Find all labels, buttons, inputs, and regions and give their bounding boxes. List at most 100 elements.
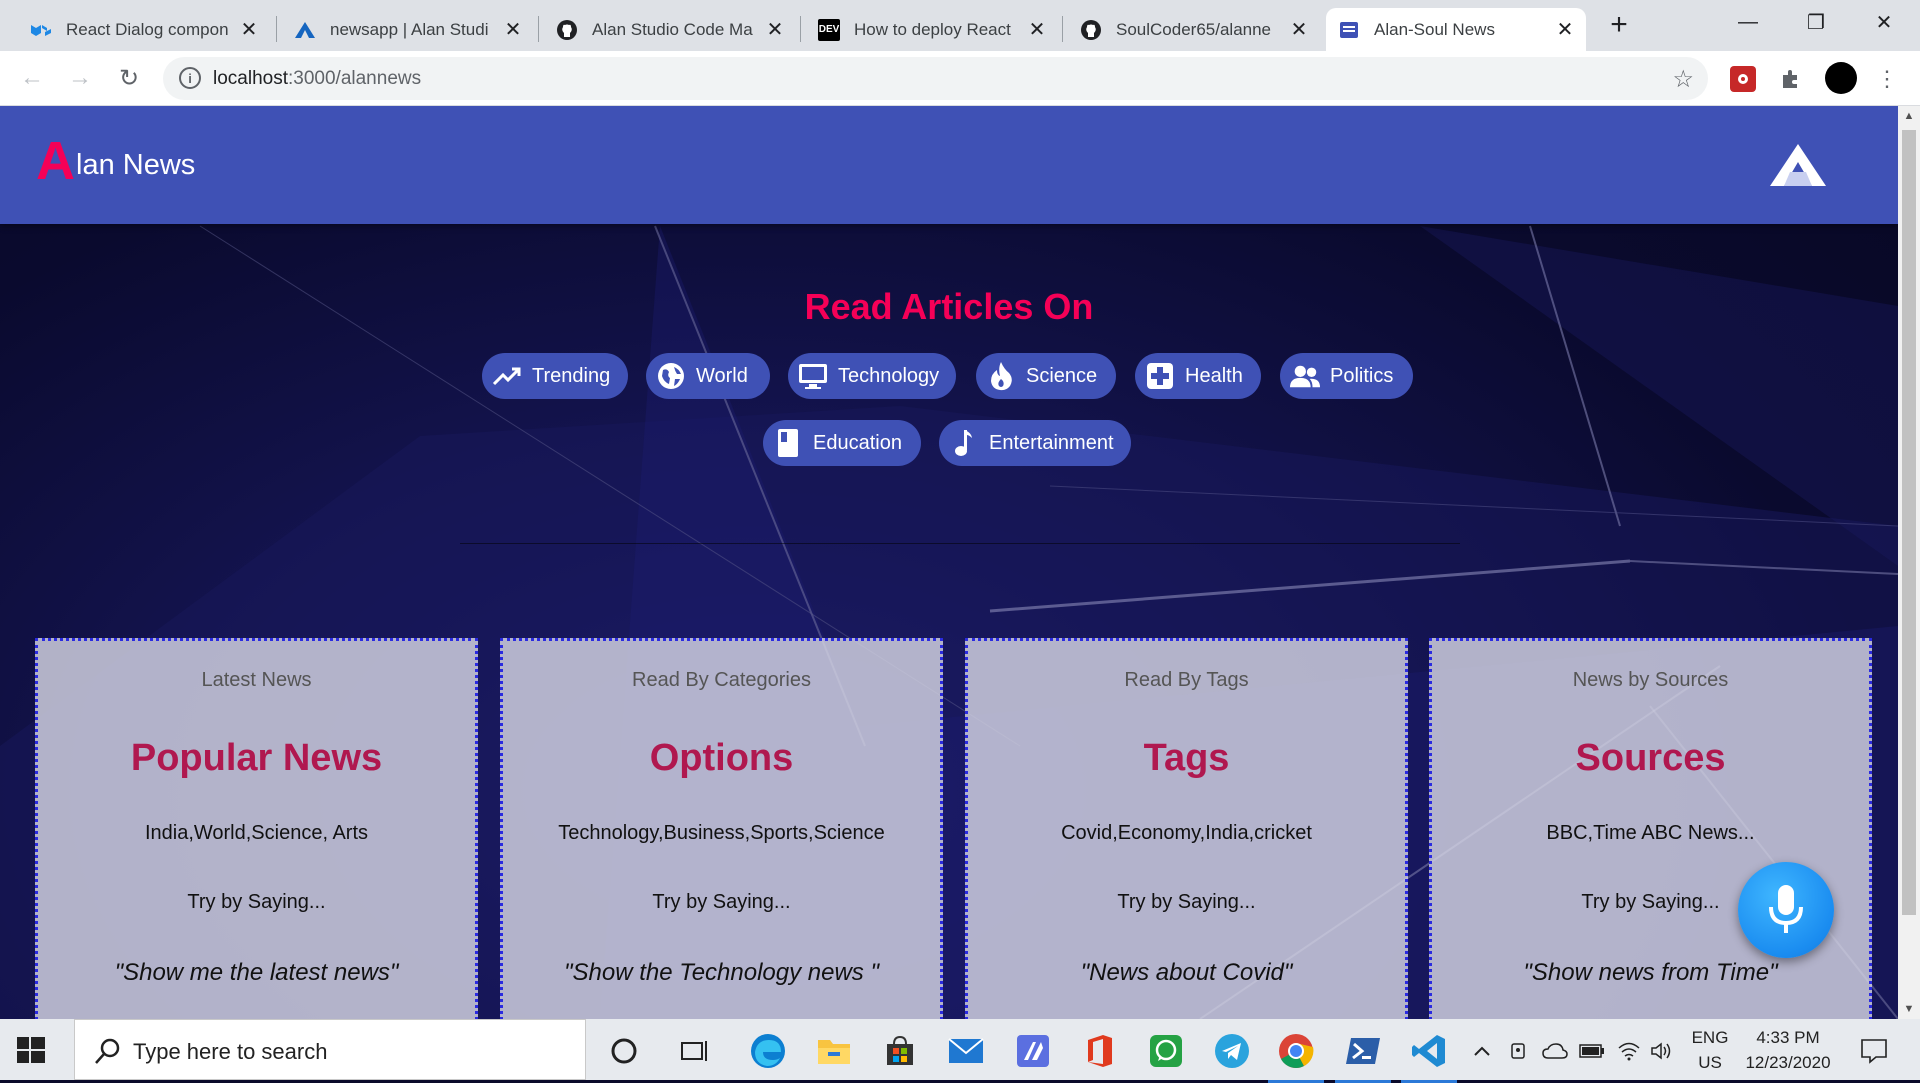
page-icon <box>1338 19 1360 41</box>
telegram-icon[interactable] <box>1212 1031 1252 1071</box>
chip-education[interactable]: Education <box>763 420 921 466</box>
page-heading: Read Articles On <box>804 286 1094 327</box>
brand-name: lan News <box>76 149 196 181</box>
chrome-icon[interactable] <box>1268 1031 1324 1083</box>
browser-tab[interactable]: Alan Studio Code Ma ✕ <box>544 8 796 51</box>
onedrive-cloud-icon[interactable] <box>1541 1037 1569 1065</box>
edge-browser-icon[interactable] <box>748 1031 788 1071</box>
card-try-label: Try by Saying... <box>1117 891 1256 913</box>
card-overline: Read By Tags <box>1124 669 1249 691</box>
alan-studio-app-icon[interactable] <box>1013 1031 1053 1071</box>
tab-title: SoulCoder65/alanne <box>1116 19 1272 39</box>
page-scrollbar[interactable]: ▲ ▼ <box>1898 106 1920 1019</box>
mail-icon[interactable] <box>946 1031 986 1071</box>
reload-icon[interactable]: ↻ <box>112 61 146 95</box>
alan-ai-logo-icon <box>1770 144 1826 186</box>
restore-icon[interactable]: ❐ <box>1786 0 1846 44</box>
close-tab-icon[interactable]: ✕ <box>1288 19 1310 41</box>
card-sources[interactable]: News by Sources Sources BBC,Time ABC New… <box>1429 638 1872 1019</box>
chip-trending[interactable]: Trending <box>482 353 628 399</box>
voice-assistant-button[interactable] <box>1738 862 1834 958</box>
volume-icon[interactable] <box>1648 1037 1676 1065</box>
chip-technology[interactable]: Technology <box>788 353 956 399</box>
vscode-icon[interactable] <box>1401 1031 1457 1083</box>
cortana-icon[interactable] <box>604 1031 644 1071</box>
input-language-indicator[interactable]: ENG US <box>1684 1025 1736 1075</box>
dev-logo-icon: DEV <box>818 18 840 41</box>
card-try-label: Try by Saying... <box>187 891 326 913</box>
chip-entertainment[interactable]: Entertainment <box>939 420 1131 466</box>
task-view-icon[interactable] <box>675 1031 715 1071</box>
browser-tab[interactable]: React Dialog compon ✕ <box>18 8 270 51</box>
scroll-up-arrow-icon[interactable]: ▲ <box>1898 106 1920 126</box>
close-tab-icon[interactable]: ✕ <box>238 19 260 41</box>
tab-separator <box>800 16 801 42</box>
browser-tab[interactable]: DEV How to deploy React ✕ <box>806 8 1058 51</box>
file-explorer-icon[interactable] <box>814 1031 854 1071</box>
system-clock[interactable]: 4:33 PM 12/23/2020 <box>1738 1025 1838 1075</box>
close-tab-icon[interactable]: ✕ <box>1026 19 1048 41</box>
close-tab-icon[interactable]: ✕ <box>764 19 786 41</box>
card-example-quote: "Show me the latest news" <box>114 959 399 986</box>
close-tab-icon[interactable]: ✕ <box>502 19 524 41</box>
address-bar[interactable]: i localhost:3000/alannews ☆ <box>163 57 1708 100</box>
action-center-icon[interactable] <box>1854 1031 1894 1071</box>
menu-kebab-icon[interactable]: ⋮ <box>1874 66 1900 92</box>
chip-label: Education <box>813 431 902 454</box>
close-tab-icon[interactable]: ✕ <box>1554 19 1576 41</box>
card-title: Options <box>649 737 794 779</box>
windows-start-icon[interactable] <box>16 1035 46 1065</box>
taskbar-search-box[interactable]: Type here to search <box>74 1019 586 1080</box>
search-placeholder: Type here to search <box>133 1039 328 1064</box>
card-title: Popular News <box>130 737 383 779</box>
card-categories[interactable]: Read By Categories Options Technology,Bu… <box>500 638 943 1019</box>
show-hidden-icons-chevron-icon[interactable] <box>1468 1037 1496 1065</box>
chip-world[interactable]: World <box>646 353 770 399</box>
scrollbar-thumb[interactable] <box>1902 130 1916 915</box>
monitor-icon <box>798 361 828 391</box>
forward-icon[interactable]: → <box>63 61 97 95</box>
new-tab-button[interactable]: + <box>1604 8 1634 41</box>
office-icon[interactable] <box>1080 1031 1120 1071</box>
whatsapp-icon[interactable] <box>1146 1031 1186 1071</box>
chip-health[interactable]: Health <box>1135 353 1261 399</box>
chip-politics[interactable]: Politics <box>1280 353 1413 399</box>
browser-tab-active[interactable]: Alan-Soul News ✕ <box>1326 8 1586 51</box>
mui-logo-icon <box>30 19 52 41</box>
close-window-icon[interactable]: ✕ <box>1854 0 1914 44</box>
chip-label: Science <box>1026 364 1098 387</box>
card-latest-news[interactable]: Latest News Popular News India,World,Sci… <box>35 638 478 1019</box>
scroll-down-arrow-icon[interactable]: ▼ <box>1898 999 1920 1019</box>
card-description: India,World,Science, Arts <box>144 822 369 844</box>
brand-logo[interactable]: A lan News <box>36 131 196 191</box>
microsoft-store-icon[interactable] <box>880 1031 920 1071</box>
trending-up-icon <box>492 361 522 391</box>
flame-icon <box>986 361 1016 391</box>
music-note-icon <box>949 428 979 458</box>
globe-icon <box>656 361 686 391</box>
meet-now-icon[interactable] <box>1505 1037 1533 1065</box>
card-example-quote: "Show the Technology news " <box>563 959 879 986</box>
bookmark-star-icon[interactable]: ☆ <box>1672 65 1694 94</box>
minimize-icon[interactable]: — <box>1718 0 1778 44</box>
powershell-icon[interactable] <box>1335 1031 1391 1083</box>
url-text[interactable]: localhost:3000/alannews <box>213 68 421 90</box>
brand-initial: A <box>36 131 75 191</box>
chip-science[interactable]: Science <box>976 353 1116 399</box>
info-icon[interactable]: i <box>179 67 201 89</box>
extensions-puzzle-icon[interactable] <box>1778 66 1804 92</box>
extension-icon[interactable] <box>1730 66 1756 92</box>
card-description: Covid,Economy,India,cricket <box>1061 822 1312 844</box>
wifi-icon[interactable] <box>1615 1037 1643 1065</box>
browser-tab[interactable]: newsapp | Alan Studi ✕ <box>282 8 534 51</box>
battery-icon[interactable] <box>1578 1037 1606 1065</box>
microphone-icon <box>1769 885 1803 933</box>
back-icon[interactable]: ← <box>15 61 49 95</box>
tab-title: React Dialog compon <box>66 19 229 39</box>
card-tags[interactable]: Read By Tags Tags Covid,Economy,India,cr… <box>965 638 1408 1019</box>
profile-avatar[interactable] <box>1825 62 1857 94</box>
github-icon <box>556 19 578 41</box>
browser-tab[interactable]: SoulCoder65/alanne ✕ <box>1068 8 1320 51</box>
github-icon <box>1080 19 1102 41</box>
chip-label: Health <box>1185 364 1243 387</box>
